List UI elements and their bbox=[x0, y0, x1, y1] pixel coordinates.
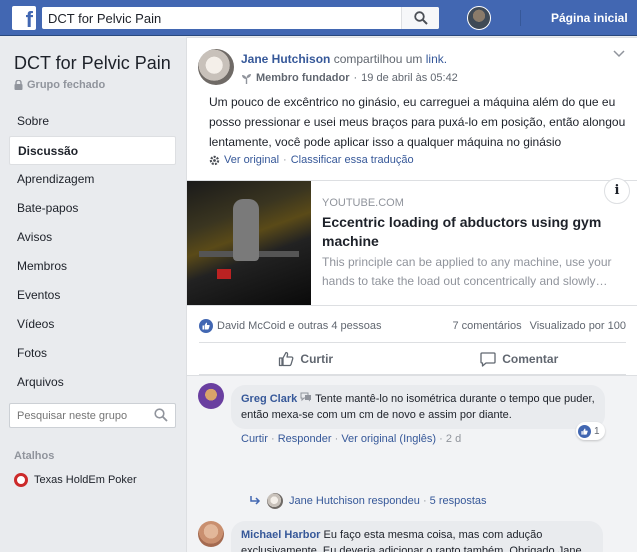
link-title[interactable]: Eccentric loading of abductors using gym… bbox=[322, 213, 622, 251]
member-badge: Membro fundador bbox=[256, 72, 350, 84]
like-reaction-icon bbox=[199, 319, 213, 333]
comment-like-link[interactable]: Curtir bbox=[241, 433, 268, 445]
separator: · bbox=[353, 72, 358, 84]
nav-item-avisos[interactable]: Avisos bbox=[9, 223, 176, 252]
profile-avatar[interactable] bbox=[467, 6, 491, 30]
commenter-avatar[interactable] bbox=[198, 521, 224, 547]
post-action-text: compartilhou um bbox=[333, 52, 423, 66]
replier-label: Jane Hutchison respondeu bbox=[289, 495, 420, 507]
separator: · bbox=[283, 154, 287, 166]
like-label: Curtir bbox=[300, 351, 334, 366]
like-button[interactable]: Curtir bbox=[199, 343, 413, 374]
link-domain: YOUTUBE.COM bbox=[322, 197, 404, 209]
separator: · bbox=[334, 433, 339, 445]
see-original-link[interactable]: Ver original bbox=[224, 154, 279, 166]
gear-icon[interactable] bbox=[209, 155, 220, 166]
comments-section: Greg Clark Tente mantê-lo no isométrica … bbox=[187, 375, 637, 552]
post-actions: Curtir Comentar bbox=[199, 342, 626, 375]
group-privacy-status: Grupo fechado bbox=[14, 79, 105, 91]
search-button[interactable] bbox=[401, 7, 439, 29]
shortcuts-heading: Atalhos bbox=[14, 450, 55, 462]
author-avatar[interactable] bbox=[198, 49, 234, 85]
group-nav: Sobre Discussão Aprendizagem Bate-papos … bbox=[9, 107, 176, 397]
reply-arrow-icon bbox=[250, 496, 261, 505]
group-status-label: Grupo fechado bbox=[27, 79, 106, 91]
global-search-box bbox=[42, 7, 439, 29]
nav-item-fotos[interactable]: Fotos bbox=[9, 339, 176, 368]
replies-summary[interactable]: Jane Hutchison respondeu · 5 respostas bbox=[249, 493, 487, 509]
thumbnail-detail bbox=[217, 269, 231, 279]
commenter-avatar[interactable] bbox=[198, 383, 224, 409]
group-sidebar: DCT for Pelvic Pain Grupo fechado Sobre … bbox=[0, 37, 186, 552]
comment-icon bbox=[480, 351, 496, 367]
nav-item-discussao[interactable]: Discussão bbox=[9, 136, 176, 165]
separator: · bbox=[422, 495, 427, 507]
comment-label: Comentar bbox=[502, 351, 559, 366]
home-link[interactable]: Página inicial bbox=[551, 11, 628, 25]
nav-item-eventos[interactable]: Eventos bbox=[9, 281, 176, 310]
top-navigation-bar: f Página inicial bbox=[0, 0, 637, 36]
search-icon bbox=[413, 11, 428, 25]
nav-item-membros[interactable]: Membros bbox=[9, 252, 176, 281]
reaction-count: 1 bbox=[594, 425, 600, 437]
translation-icon bbox=[300, 392, 312, 402]
thumbnail-figure bbox=[233, 199, 259, 261]
shared-link[interactable]: link. bbox=[426, 52, 447, 66]
comments-count[interactable]: 7 comentários bbox=[452, 320, 521, 332]
like-reaction-icon bbox=[578, 424, 591, 438]
comment-actions: Curtir · Responder · Ver original (Inglê… bbox=[241, 433, 461, 445]
nav-item-bate-papos[interactable]: Bate-papos bbox=[9, 194, 176, 223]
comment-reaction-count[interactable]: 1 bbox=[576, 422, 605, 440]
rate-translation-link[interactable]: Classificar essa tradução bbox=[291, 154, 414, 166]
post-body: Um pouco de excêntrico no ginásio, eu ca… bbox=[209, 95, 626, 149]
nav-item-arquivos[interactable]: Arquivos bbox=[9, 368, 176, 397]
group-name[interactable]: DCT for Pelvic Pain bbox=[14, 53, 171, 74]
nav-item-sobre[interactable]: Sobre bbox=[9, 107, 176, 136]
link-description: This principle can be applied to any mac… bbox=[322, 255, 612, 288]
global-search-input[interactable] bbox=[42, 7, 392, 29]
nav-item-aprendizagem[interactable]: Aprendizagem bbox=[9, 165, 176, 194]
commenter-name[interactable]: Greg Clark bbox=[241, 393, 297, 405]
comment-button[interactable]: Comentar bbox=[413, 343, 627, 374]
shortcut-label: Texas HoldEm Poker bbox=[34, 474, 137, 486]
group-post: Jane Hutchison compartilhou um link. Mem… bbox=[186, 37, 637, 552]
topbar-divider bbox=[520, 10, 521, 26]
facebook-logo-icon[interactable]: f bbox=[12, 6, 36, 30]
comment-see-original-link[interactable]: Ver original (Inglês) bbox=[341, 433, 436, 445]
comment-age[interactable]: 2 d bbox=[446, 433, 461, 445]
commenter-name[interactable]: Michael Harbor bbox=[241, 529, 320, 541]
separator: · bbox=[270, 433, 275, 445]
group-search-input[interactable] bbox=[10, 404, 145, 427]
video-thumbnail[interactable] bbox=[187, 181, 311, 305]
sprout-icon bbox=[242, 73, 251, 84]
replies-count: 5 respostas bbox=[429, 495, 487, 507]
post-counts: 7 comentários Visualizado por 100 bbox=[452, 320, 626, 332]
chevron-down-icon[interactable] bbox=[613, 50, 625, 58]
post-stats: David McCoid e outras 4 pessoas 7 coment… bbox=[199, 317, 626, 335]
search-icon[interactable] bbox=[154, 408, 168, 422]
group-search-box bbox=[9, 403, 176, 428]
shortcut-texas-holdem-poker[interactable]: Texas HoldEm Poker bbox=[14, 473, 137, 487]
comment-reply-link[interactable]: Responder bbox=[278, 433, 332, 445]
poker-chip-icon bbox=[14, 473, 28, 487]
comment-bubble: Greg Clark Tente mantê-lo no isométrica … bbox=[231, 385, 605, 429]
comment-bubble: Michael Harbor Eu faço esta mesma coisa,… bbox=[231, 521, 603, 552]
post-subheader: Membro fundador · 19 de abril às 05:42 bbox=[241, 72, 458, 84]
thumbs-up-icon bbox=[279, 351, 294, 366]
replier-avatar[interactable] bbox=[267, 493, 283, 509]
info-icon[interactable]: i bbox=[604, 178, 630, 204]
post-date[interactable]: 19 de abril às 05:42 bbox=[361, 72, 458, 84]
translation-meta: Ver original · Classificar essa tradução bbox=[209, 154, 414, 166]
reactions-summary[interactable]: David McCoid e outras 4 pessoas bbox=[217, 320, 381, 332]
separator: · bbox=[439, 433, 443, 445]
author-name[interactable]: Jane Hutchison bbox=[241, 52, 330, 66]
replies-text[interactable]: Jane Hutchison respondeu · 5 respostas bbox=[289, 495, 487, 507]
link-preview-card[interactable]: YOUTUBE.COM Eccentric loading of abducto… bbox=[187, 178, 637, 306]
post-header: Jane Hutchison compartilhou um link. bbox=[241, 52, 447, 66]
nav-item-videos[interactable]: Vídeos bbox=[9, 310, 176, 339]
views-count[interactable]: Visualizado por 100 bbox=[530, 320, 626, 332]
lock-icon bbox=[14, 80, 23, 90]
